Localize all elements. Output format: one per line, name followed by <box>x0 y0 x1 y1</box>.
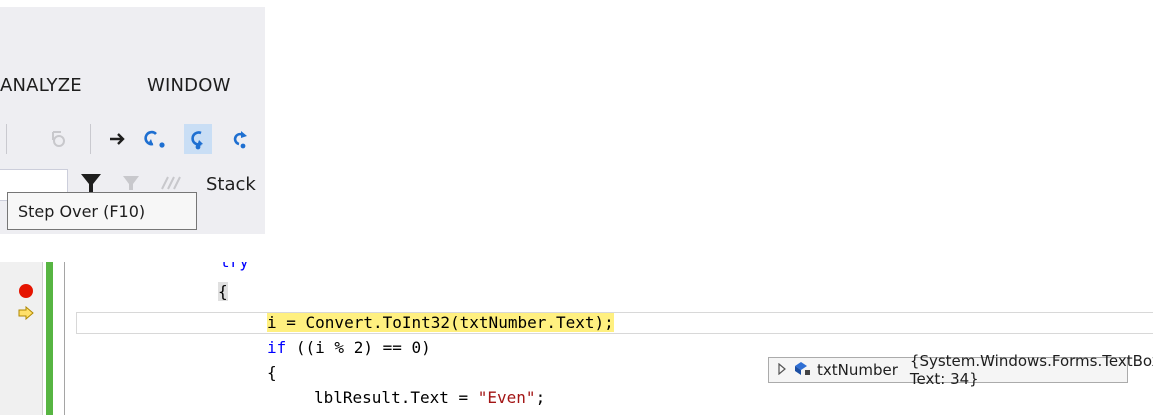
code-string-literal: "Even" <box>477 388 536 407</box>
code-editor[interactable]: try { i = Convert.ToInt32(txtNumber.Text… <box>0 262 1153 415</box>
datatip[interactable]: txtNumber {System.Windows.Forms.TextBox,… <box>768 352 1153 388</box>
expand-triangle-icon[interactable] <box>777 361 787 379</box>
step-over-tooltip: Step Over (F10) <box>7 192 197 230</box>
tooltip-text: Step Over (F10) <box>18 201 146 221</box>
code-current-statement[interactable]: i = Convert.ToInt32(txtNumber.Text); <box>267 313 614 333</box>
code-if-condition: ((i % 2) == 0) <box>286 338 431 357</box>
code-if-keyword: if <box>267 338 287 357</box>
current-statement-highlight: i = Convert.ToInt32(txtNumber.Text); <box>267 313 614 332</box>
toolbar-separator <box>90 124 91 154</box>
datatip-name: txtNumber <box>817 361 898 379</box>
datatip-value[interactable]: {System.Windows.Forms.TextBox, Text: 34} <box>910 352 1153 388</box>
change-tracking-bar <box>46 262 53 415</box>
code-if-line: if ((i % 2) == 0) <box>267 338 431 358</box>
stack-frame-label: Stack <box>206 174 256 195</box>
matched-brace: { <box>218 282 228 301</box>
vs-toolbar-crop: ANALYZE WINDOW Stack Step Over (F10) <box>0 7 265 234</box>
code-open-brace: { <box>218 282 228 302</box>
outline-fold-line <box>64 262 65 415</box>
breakpoint-icon[interactable] <box>19 284 33 298</box>
show-next-statement-icon[interactable] <box>104 124 132 154</box>
code-assign-line: lblResult.Text = "Even"; <box>314 388 545 408</box>
step-over-icon[interactable] <box>184 124 212 154</box>
current-line-frame <box>76 312 1153 334</box>
step-out-icon[interactable] <box>226 124 254 154</box>
margin-border <box>42 262 43 415</box>
code-block-brace: { <box>267 363 277 382</box>
code-assign-left: lblResult.Text = <box>314 388 478 407</box>
menu-analyze[interactable]: ANALYZE <box>0 75 82 96</box>
menu-window[interactable]: WINDOW <box>147 75 231 96</box>
code-try-keyword: try <box>220 262 249 272</box>
code-semicolon: ; <box>535 388 546 407</box>
field-icon <box>793 360 811 380</box>
execution-pointer-icon[interactable] <box>18 305 34 324</box>
restart-icon[interactable] <box>44 124 72 154</box>
step-into-icon[interactable] <box>142 124 170 154</box>
toolbar-separator <box>6 124 7 154</box>
